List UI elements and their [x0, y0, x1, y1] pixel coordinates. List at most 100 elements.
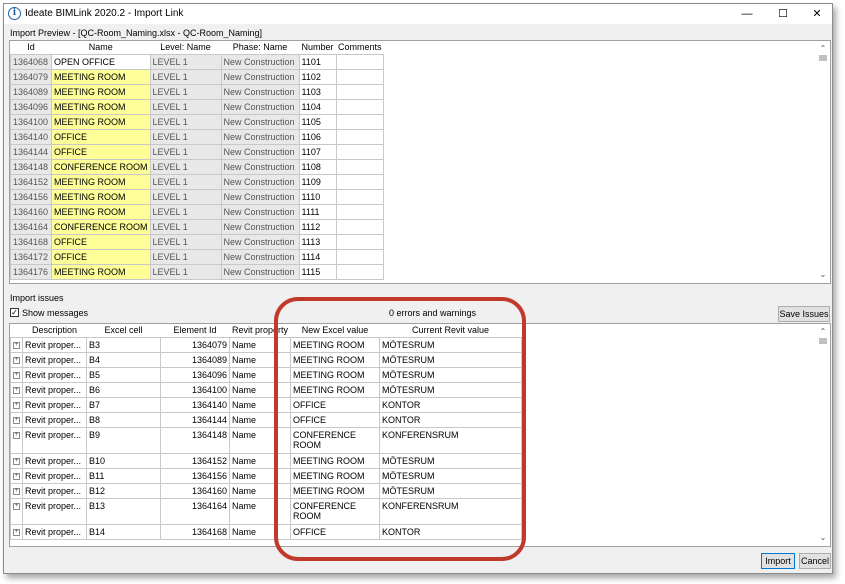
- cell-number[interactable]: 1115: [298, 263, 337, 280]
- cell-comments[interactable]: [335, 158, 385, 175]
- table-row[interactable]: 1364152 MEETING ROOM LEVEL 1 New Constructi…: [10, 173, 385, 190]
- issues-column-header[interactable]: Element Id: [160, 324, 230, 337]
- cell-number[interactable]: 1107: [298, 143, 337, 160]
- cell-comments[interactable]: [335, 173, 385, 190]
- preview-column-header[interactable]: Name: [51, 41, 151, 54]
- cell-number[interactable]: 1106: [298, 128, 337, 145]
- row-expander[interactable]: +: [10, 523, 23, 540]
- cell-comments[interactable]: [335, 188, 385, 205]
- cell-name[interactable]: MEETING ROOM: [51, 188, 151, 205]
- row-expander[interactable]: +: [10, 482, 23, 499]
- cell-number[interactable]: 1113: [298, 233, 337, 250]
- table-row[interactable]: 1364164 CONFERENCE ROOM LEVEL 1 New Constru…: [10, 218, 385, 235]
- save-issues-button[interactable]: Save Issues: [778, 306, 830, 322]
- scroll-down-icon[interactable]: ⌄: [816, 532, 830, 544]
- preview-column-header[interactable]: Id: [10, 41, 52, 54]
- table-row[interactable]: 1364144 OFFICE LEVEL 1 New Construction 1107: [10, 143, 385, 160]
- preview-column-header[interactable]: Level: Name: [150, 41, 222, 54]
- scroll-thumb[interactable]: [819, 55, 827, 61]
- cell-number[interactable]: 1104: [298, 98, 337, 115]
- scroll-up-icon[interactable]: ⌃: [816, 43, 830, 55]
- cell-name[interactable]: CONFERENCE ROOM: [51, 218, 151, 235]
- table-row[interactable]: + Revit proper... B4 1364089 Name MEETING ROO…: [10, 351, 522, 368]
- cell-comments[interactable]: [335, 218, 385, 235]
- table-row[interactable]: 1364168 OFFICE LEVEL 1 New Construction 1113: [10, 233, 385, 250]
- table-row[interactable]: + Revit proper... B11 1364156 Name MEETING RO…: [10, 467, 522, 484]
- show-messages-checkbox[interactable]: ✓: [10, 308, 19, 317]
- cell-comments[interactable]: [335, 203, 385, 220]
- table-row[interactable]: 1364148 CONFERENCE ROOM LEVEL 1 New Constru…: [10, 158, 385, 175]
- table-row[interactable]: + Revit proper... B13 1364164 Name CONFERENCE…: [10, 497, 522, 525]
- cell-name[interactable]: OFFICE: [51, 143, 151, 160]
- cell-name[interactable]: MEETING ROOM: [51, 113, 151, 130]
- cell-comments[interactable]: [335, 98, 385, 115]
- import-preview-grid[interactable]: Id Name Level: Name Phase: Name Number Commen…: [9, 40, 831, 284]
- table-row[interactable]: 1364096 MEETING ROOM LEVEL 1 New Constructi…: [10, 98, 385, 115]
- expand-plus-icon[interactable]: +: [13, 341, 20, 349]
- cell-number[interactable]: 1103: [298, 83, 337, 100]
- expand-plus-icon[interactable]: +: [13, 472, 20, 480]
- scroll-thumb[interactable]: [819, 338, 827, 344]
- cancel-button[interactable]: Cancel: [799, 553, 831, 569]
- cell-number[interactable]: 1101: [298, 53, 337, 70]
- cell-name[interactable]: MEETING ROOM: [51, 173, 151, 190]
- row-expander[interactable]: +: [10, 351, 23, 368]
- cell-comments[interactable]: [335, 113, 385, 130]
- cell-comments[interactable]: [335, 143, 385, 160]
- maximize-button[interactable]: ☐: [766, 4, 800, 24]
- scroll-down-icon[interactable]: ⌄: [816, 269, 830, 281]
- table-row[interactable]: 1364100 MEETING ROOM LEVEL 1 New Constructi…: [10, 113, 385, 130]
- issues-column-header[interactable]: New Excel value: [290, 324, 380, 337]
- issues-column-header[interactable]: Description: [22, 324, 87, 337]
- expand-plus-icon[interactable]: +: [13, 386, 20, 394]
- cell-comments[interactable]: [335, 248, 385, 265]
- table-row[interactable]: 1364079 MEETING ROOM LEVEL 1 New Constructi…: [10, 68, 385, 85]
- expand-plus-icon[interactable]: +: [13, 416, 20, 424]
- expand-plus-icon[interactable]: +: [13, 502, 20, 510]
- title-bar[interactable]: i Ideate BIMLink 2020.2 - Import Link — …: [4, 4, 832, 24]
- preview-column-header[interactable]: Number: [299, 41, 337, 54]
- table-row[interactable]: 1364140 OFFICE LEVEL 1 New Construction 1106: [10, 128, 385, 145]
- table-row[interactable]: 1364176 MEETING ROOM LEVEL 1 New Constructi…: [10, 263, 385, 280]
- cell-comments[interactable]: [335, 83, 385, 100]
- issues-column-header[interactable]: Revit property: [229, 324, 291, 337]
- table-row[interactable]: 1364160 MEETING ROOM LEVEL 1 New Constructi…: [10, 203, 385, 220]
- import-button[interactable]: Import: [761, 553, 795, 569]
- minimize-button[interactable]: —: [730, 4, 764, 24]
- cell-number[interactable]: 1114: [298, 248, 337, 265]
- cell-number[interactable]: 1105: [298, 113, 337, 130]
- table-row[interactable]: 1364172 OFFICE LEVEL 1 New Construction 1114: [10, 248, 385, 265]
- expand-plus-icon[interactable]: +: [13, 356, 20, 364]
- table-row[interactable]: + Revit proper... B9 1364148 Name CONFERENCE …: [10, 426, 522, 454]
- table-row[interactable]: + Revit proper... B7 1364140 Name OFFICE KONTO…: [10, 396, 522, 413]
- row-expander[interactable]: +: [10, 467, 23, 484]
- cell-name[interactable]: MEETING ROOM: [51, 263, 151, 280]
- cell-name[interactable]: MEETING ROOM: [51, 68, 151, 85]
- expand-plus-icon[interactable]: +: [13, 528, 20, 536]
- issues-column-header[interactable]: Excel cell: [86, 324, 161, 337]
- table-row[interactable]: + Revit proper... B8 1364144 Name OFFICE KONTO…: [10, 411, 522, 428]
- preview-column-header[interactable]: Comments: [336, 41, 384, 54]
- cell-comments[interactable]: [335, 68, 385, 85]
- table-row[interactable]: 1364156 MEETING ROOM LEVEL 1 New Constructi…: [10, 188, 385, 205]
- table-row[interactable]: + Revit proper... B5 1364096 Name MEETING ROO…: [10, 366, 522, 383]
- preview-column-header[interactable]: Phase: Name: [221, 41, 300, 54]
- row-expander[interactable]: +: [10, 426, 23, 454]
- cell-name[interactable]: OFFICE: [51, 128, 151, 145]
- table-row[interactable]: + Revit proper... B12 1364160 Name MEETING RO…: [10, 482, 522, 499]
- table-row[interactable]: + Revit proper... B3 1364079 Name MEETING ROO…: [10, 336, 522, 353]
- cell-name[interactable]: OFFICE: [51, 248, 151, 265]
- issues-scrollbar[interactable]: ⌃ ⌄: [816, 324, 830, 546]
- row-expander[interactable]: +: [10, 452, 23, 469]
- row-expander[interactable]: +: [10, 396, 23, 413]
- table-row[interactable]: 1364068 OPEN OFFICE LEVEL 1 New Constructio…: [10, 53, 385, 70]
- cell-number[interactable]: 1110: [298, 188, 337, 205]
- expand-plus-icon[interactable]: +: [13, 401, 20, 409]
- table-row[interactable]: 1364089 MEETING ROOM LEVEL 1 New Constructi…: [10, 83, 385, 100]
- scroll-up-icon[interactable]: ⌃: [816, 326, 830, 338]
- expand-plus-icon[interactable]: +: [13, 487, 20, 495]
- cell-number[interactable]: 1109: [298, 173, 337, 190]
- cell-name[interactable]: MEETING ROOM: [51, 203, 151, 220]
- cell-number[interactable]: 1102: [298, 68, 337, 85]
- table-row[interactable]: + Revit proper... B6 1364100 Name MEETING ROO…: [10, 381, 522, 398]
